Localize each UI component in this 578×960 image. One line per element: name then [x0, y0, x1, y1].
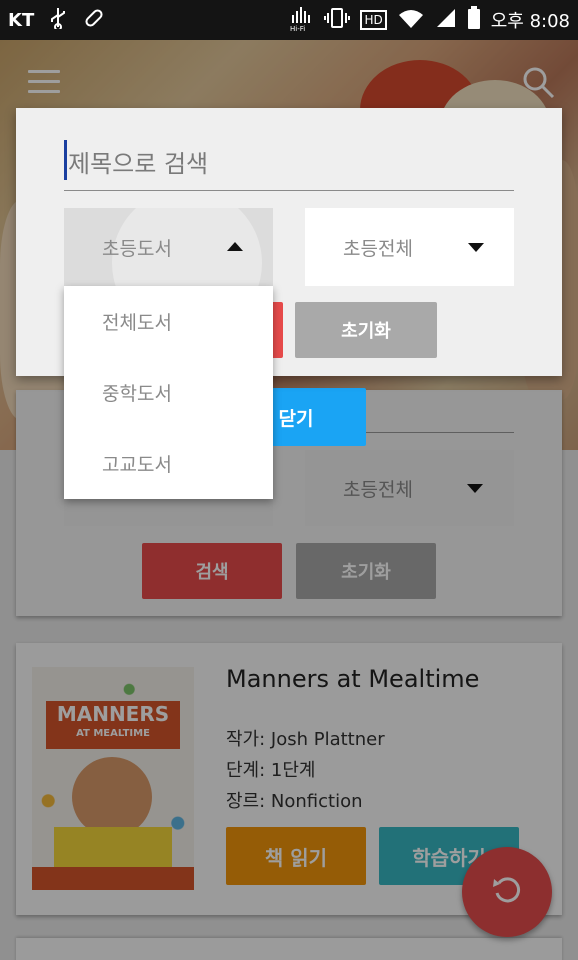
svg-text:Hi-Fi: Hi-Fi — [290, 25, 305, 31]
chevron-up-icon — [227, 242, 243, 251]
grade-select[interactable]: 초등전체 — [305, 208, 514, 286]
reset-button[interactable]: 초기화 — [295, 302, 437, 358]
status-bar: KT Hi-Fi HD 오후 8:08 — [0, 0, 578, 40]
grade-select-value: 초등전체 — [343, 237, 413, 260]
battery-icon — [467, 5, 481, 35]
hd-icon: HD — [360, 10, 387, 30]
dropdown-item-middle[interactable]: 중학도서 — [64, 357, 273, 428]
category-select[interactable]: 초등도서 — [64, 208, 273, 286]
hifi-icon: Hi-Fi — [290, 5, 314, 36]
dropdown-item-high[interactable]: 고교도서 — [64, 428, 273, 499]
usb-icon — [48, 7, 68, 34]
signal-icon — [435, 7, 457, 34]
search-button-partial[interactable] — [273, 302, 283, 358]
input-underline — [64, 190, 514, 191]
dropdown-item-all[interactable]: 전체도서 — [64, 286, 273, 357]
pill-icon — [82, 6, 106, 35]
category-select-value: 초등도서 — [102, 237, 172, 260]
carrier-label: KT — [8, 9, 35, 31]
category-dropdown: 전체도서 중학도서 고교도서 — [64, 286, 273, 499]
chevron-down-icon — [468, 243, 484, 252]
wifi-icon — [397, 7, 425, 34]
text-cursor — [64, 140, 67, 180]
title-search-input[interactable] — [64, 138, 514, 190]
clock: 오후 8:08 — [490, 11, 570, 32]
vibrate-icon — [324, 7, 351, 34]
